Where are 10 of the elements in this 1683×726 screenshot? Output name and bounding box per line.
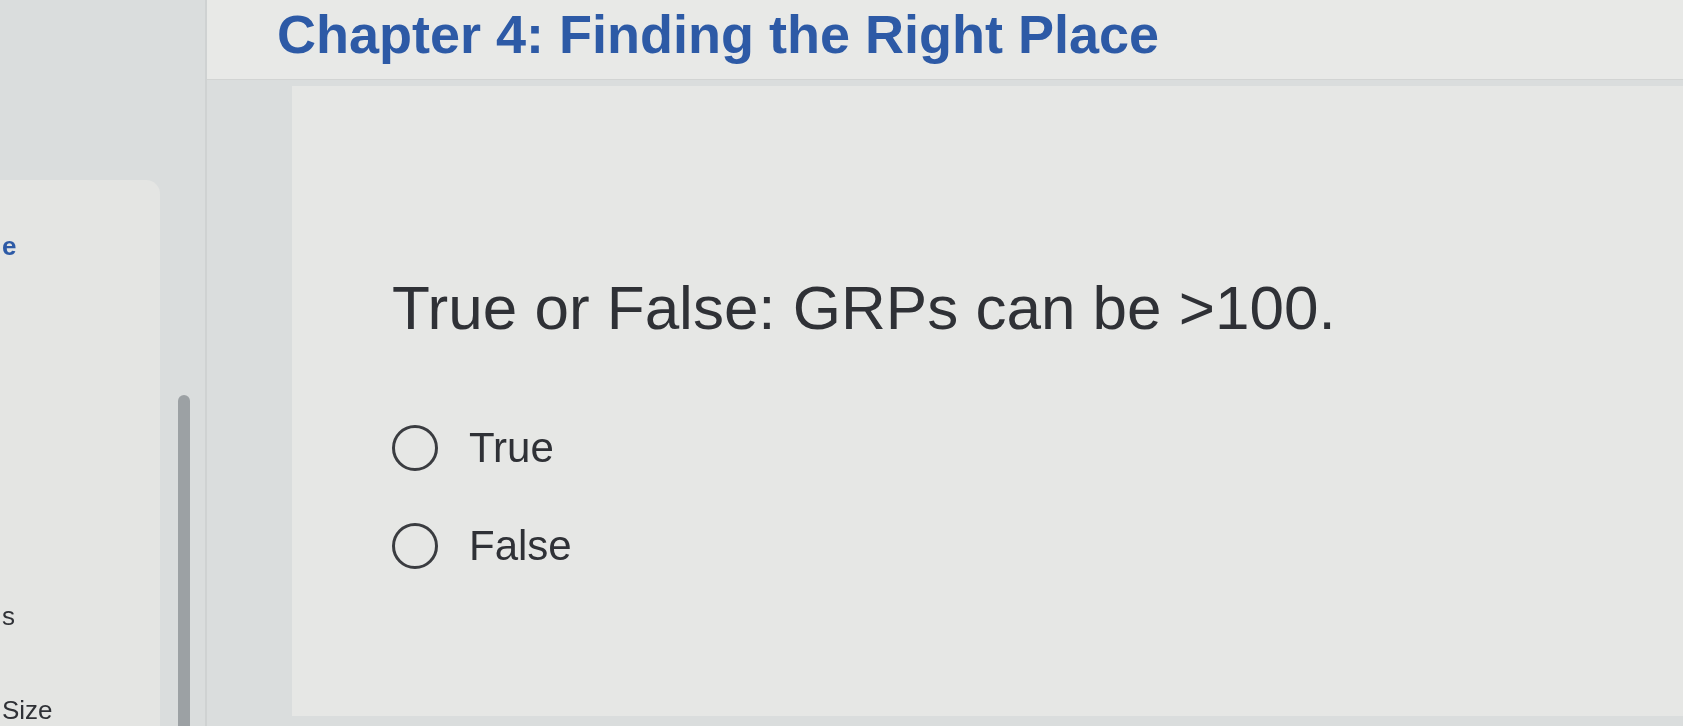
chapter-title: Chapter 4: Finding the Right Place (277, 4, 1160, 64)
sidebar-label: Size (2, 696, 53, 724)
radio-button[interactable] (392, 425, 438, 471)
option-label: False (469, 523, 572, 569)
sidebar-link[interactable]: e (2, 232, 17, 260)
scrollbar-thumb[interactable] (178, 395, 190, 726)
sidebar-label: s (2, 602, 15, 630)
option-label: True (469, 425, 554, 471)
question-text: True or False: GRPs can be >100. (392, 274, 1337, 342)
radio-button[interactable] (392, 523, 438, 569)
